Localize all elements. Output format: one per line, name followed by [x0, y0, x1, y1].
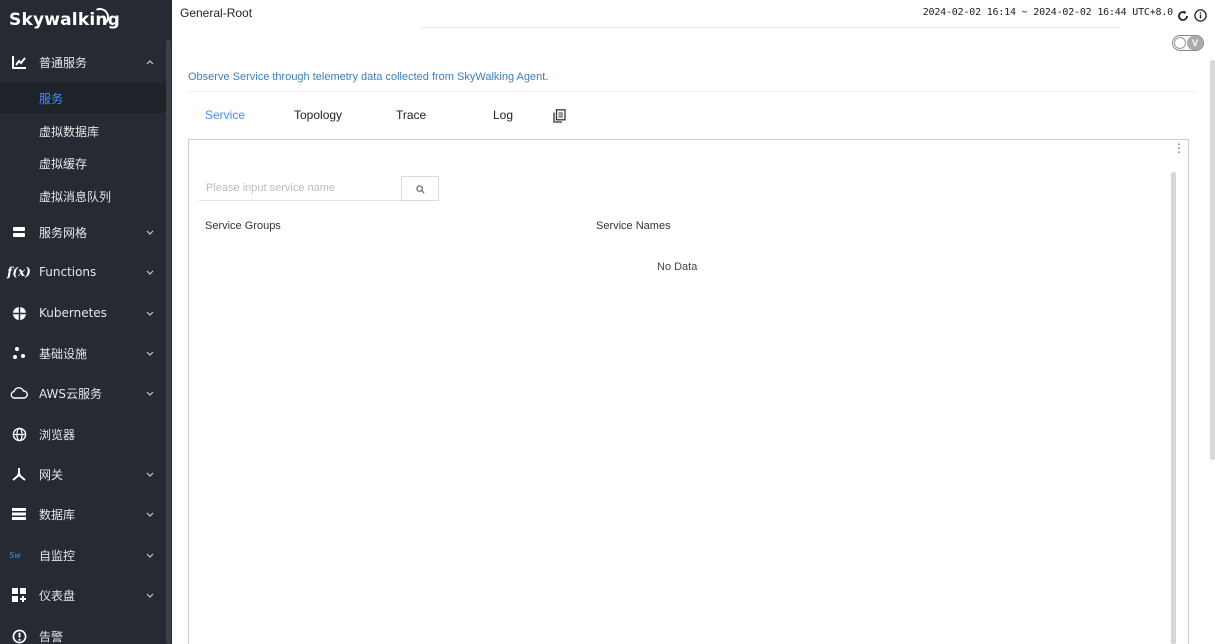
chevron-up-icon[interactable] — [144, 56, 156, 68]
chevron-down-icon[interactable] — [144, 508, 156, 520]
sidebar-item-label: 自监控 — [39, 548, 76, 563]
timezone-text: UTC+8.0 — [1132, 7, 1173, 18]
sidebar-subitem-virtual-mq[interactable]: 虚拟消息队列 — [0, 181, 166, 211]
sidebar-subitem-label: 虚拟缓存 — [39, 156, 88, 171]
description-divider — [188, 91, 1196, 92]
breadcrumb[interactable]: General-Root — [180, 6, 252, 20]
sidebar-item-dashboard[interactable]: 仪表盘 — [0, 580, 166, 610]
sidebar-item-label: 数据库 — [39, 507, 76, 522]
sidebar-item-label: 普通服务 — [39, 55, 88, 70]
sidebar-item-label: 仪表盘 — [39, 588, 76, 603]
sidebar-item-infrastructure[interactable]: 基础设施 — [0, 338, 166, 368]
dashboard-icon — [10, 586, 28, 604]
search-icon — [415, 179, 425, 198]
widget-scrollbar[interactable] — [1171, 172, 1176, 644]
database-icon — [10, 505, 28, 523]
sidebar-item-label: 基础设施 — [39, 346, 88, 361]
gateway-icon — [10, 465, 28, 483]
skywalking-logo[interactable]: Skywalking — [9, 5, 120, 34]
kubernetes-icon — [10, 304, 28, 322]
dashboard-tabs: Service Topology Trace Log — [188, 100, 1188, 130]
sidebar-item-browser[interactable]: 浏览器 — [0, 419, 166, 449]
sidebar-subitem-label: 虚拟数据库 — [39, 124, 100, 139]
header-divider — [420, 27, 1120, 28]
chart-icon — [10, 53, 28, 71]
chevron-down-icon[interactable] — [144, 589, 156, 601]
service-list-widget — [188, 139, 1189, 644]
view-mode-toggle[interactable]: V — [1172, 35, 1204, 51]
tab-service[interactable]: Service — [205, 108, 245, 122]
sidebar-subitem-service[interactable]: 服务 — [0, 83, 166, 113]
sidebar-item-alert[interactable]: 告警 — [0, 621, 166, 644]
sidebar-subitem-virtual-database[interactable]: 虚拟数据库 — [0, 116, 166, 146]
toggle-label: V — [1187, 36, 1203, 50]
more-vertical-icon[interactable]: ⋮ — [1173, 142, 1185, 160]
sidebar-item-label: 浏览器 — [39, 427, 76, 442]
infrastructure-icon — [10, 344, 28, 362]
sidebar-item-aws-cloud[interactable]: AWS云服务 — [0, 378, 166, 408]
tab-trace[interactable]: Trace — [396, 108, 426, 122]
layers-icon — [10, 223, 28, 241]
sidebar-item-label: 服务网格 — [39, 225, 88, 240]
chevron-down-icon[interactable] — [144, 226, 156, 238]
chevron-down-icon[interactable] — [144, 549, 156, 561]
sidebar-item-label: 网关 — [39, 467, 64, 482]
alert-icon — [10, 627, 28, 644]
sidebar-subitem-label: 虚拟消息队列 — [39, 189, 112, 204]
chevron-down-icon[interactable] — [144, 468, 156, 480]
reload-icon[interactable] — [1177, 7, 1189, 21]
time-range-picker[interactable]: 2024-02-02 16:14 ~ 2024-02-02 16:44 UTC+… — [923, 7, 1173, 18]
tab-topology[interactable]: Topology — [294, 108, 342, 122]
sidebar-item-label: Functions — [39, 265, 97, 279]
self-monitor-icon: Sw — [9, 550, 21, 560]
page-scrollbar[interactable] — [1210, 60, 1215, 460]
sidebar-item-service-mesh[interactable]: 服务网格 — [0, 217, 166, 247]
chevron-down-icon[interactable] — [144, 347, 156, 359]
chevron-down-icon[interactable] — [144, 266, 156, 278]
info-icon[interactable] — [1194, 7, 1207, 22]
sidebar-item-self-monitor[interactable]: Sw 自监控 — [0, 540, 166, 570]
sidebar-item-label: 告警 — [39, 629, 64, 644]
sidebar-item-label: AWS云服务 — [39, 386, 103, 401]
tab-log[interactable]: Log — [493, 108, 513, 122]
sidebar-subitem-label: 服务 — [39, 91, 64, 106]
sidebar-item-functions[interactable]: f(x) Functions — [0, 257, 166, 287]
sidebar-item-gateway[interactable]: 网关 — [0, 459, 166, 489]
service-search — [199, 176, 439, 201]
column-header-service-names: Service Names — [596, 220, 671, 232]
layer-description: Observe Service through telemetry data c… — [188, 71, 549, 83]
copy-icon[interactable] — [553, 108, 567, 123]
sidebar-item-kubernetes[interactable]: Kubernetes — [0, 298, 166, 328]
chevron-down-icon[interactable] — [144, 307, 156, 319]
cloud-icon — [10, 384, 28, 402]
search-button[interactable] — [401, 176, 439, 201]
column-header-service-groups: Service Groups — [205, 220, 281, 232]
top-header: General-Root 2024-02-02 16:14 ~ 2024-02-… — [172, 0, 1215, 28]
globe-icon — [10, 425, 28, 443]
empty-state-text: No Data — [657, 261, 698, 273]
sidebar-item-database[interactable]: 数据库 — [0, 499, 166, 529]
chevron-down-icon[interactable] — [144, 387, 156, 399]
time-range-text: 2024-02-02 16:14 ~ 2024-02-02 16:44 — [922, 7, 1127, 18]
sidebar-scrollbar[interactable] — [166, 40, 171, 644]
sidebar-item-label: Kubernetes — [39, 306, 107, 320]
sidebar: Skywalking 普通服务 服务 虚拟数据库 虚拟缓存 虚拟消息队列 服务网… — [0, 0, 172, 644]
sidebar-subitem-virtual-cache[interactable]: 虚拟缓存 — [0, 148, 166, 178]
function-icon: f(x) — [7, 265, 31, 279]
service-search-input[interactable] — [199, 176, 402, 201]
toggle-knob — [1174, 37, 1186, 49]
sidebar-item-general-service[interactable]: 普通服务 — [0, 47, 166, 77]
